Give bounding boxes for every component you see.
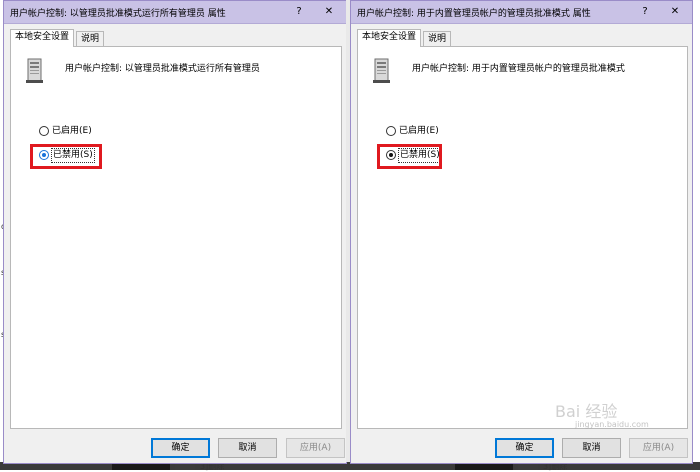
properties-dialog-right: 用户帐户控制: 用于内置管理员帐户的管理员批准模式 属性 ? ✕ 本地安全设置 … <box>350 0 693 464</box>
apply-button[interactable]: 应用(A) <box>629 438 688 458</box>
policy-name: 用户帐户控制: 以管理员批准模式运行所有管理员 <box>65 64 260 74</box>
properties-dialog-left: 用户帐户控制: 以管理员批准模式运行所有管理员 属性 ? ✕ 本地安全设置 说明… <box>3 0 347 464</box>
ok-button[interactable]: 确定 <box>151 438 210 458</box>
close-icon[interactable]: ✕ <box>318 4 340 20</box>
help-button[interactable]: ? <box>288 4 310 20</box>
server-policy-icon <box>26 58 43 83</box>
cancel-button[interactable]: 取消 <box>218 438 277 458</box>
tab-explain[interactable]: 说明 <box>76 31 105 47</box>
highlight-box <box>377 144 442 169</box>
server-policy-icon <box>373 58 390 83</box>
tab-panel: 用户帐户控制: 以管理员批准模式运行所有管理员 已启用(E) 已禁用(S) <box>10 46 342 429</box>
enabled-label: 已启用(E) <box>399 126 439 136</box>
enabled-radio[interactable] <box>386 126 396 136</box>
tab-explain[interactable]: 说明 <box>423 31 452 47</box>
tab-panel: 用户帐户控制: 用于内置管理员帐户的管理员批准模式 已启用(E) 已禁用(S) <box>357 46 688 429</box>
tab-local-security-setting[interactable]: 本地安全设置 <box>10 29 75 47</box>
cancel-button[interactable]: 取消 <box>562 438 621 458</box>
apply-button[interactable]: 应用(A) <box>286 438 345 458</box>
ok-button[interactable]: 确定 <box>495 438 554 458</box>
policy-name: 用户帐户控制: 用于内置管理员帐户的管理员批准模式 <box>412 64 625 74</box>
close-icon[interactable]: ✕ <box>664 4 686 20</box>
highlight-box <box>30 144 102 169</box>
dialog-titlebar: 用户帐户控制: 用于内置管理员帐户的管理员批准模式 属性 ? ✕ <box>351 1 692 24</box>
watermark-url: jingyan.baidu.com <box>575 420 649 429</box>
tab-local-security-setting[interactable]: 本地安全设置 <box>357 29 422 47</box>
baidu-watermark: Bai 经验 <box>555 402 618 421</box>
enabled-radio[interactable] <box>39 126 49 136</box>
dialog-titlebar: 用户帐户控制: 以管理员批准模式运行所有管理员 属性 ? ✕ <box>4 1 346 24</box>
help-button[interactable]: ? <box>634 4 656 20</box>
dialog-title: 用户帐户控制: 用于内置管理员帐户的管理员批准模式 属性 <box>357 9 591 19</box>
enabled-label: 已启用(E) <box>52 126 92 136</box>
dialog-title: 用户帐户控制: 以管理员批准模式运行所有管理员 属性 <box>10 9 226 19</box>
